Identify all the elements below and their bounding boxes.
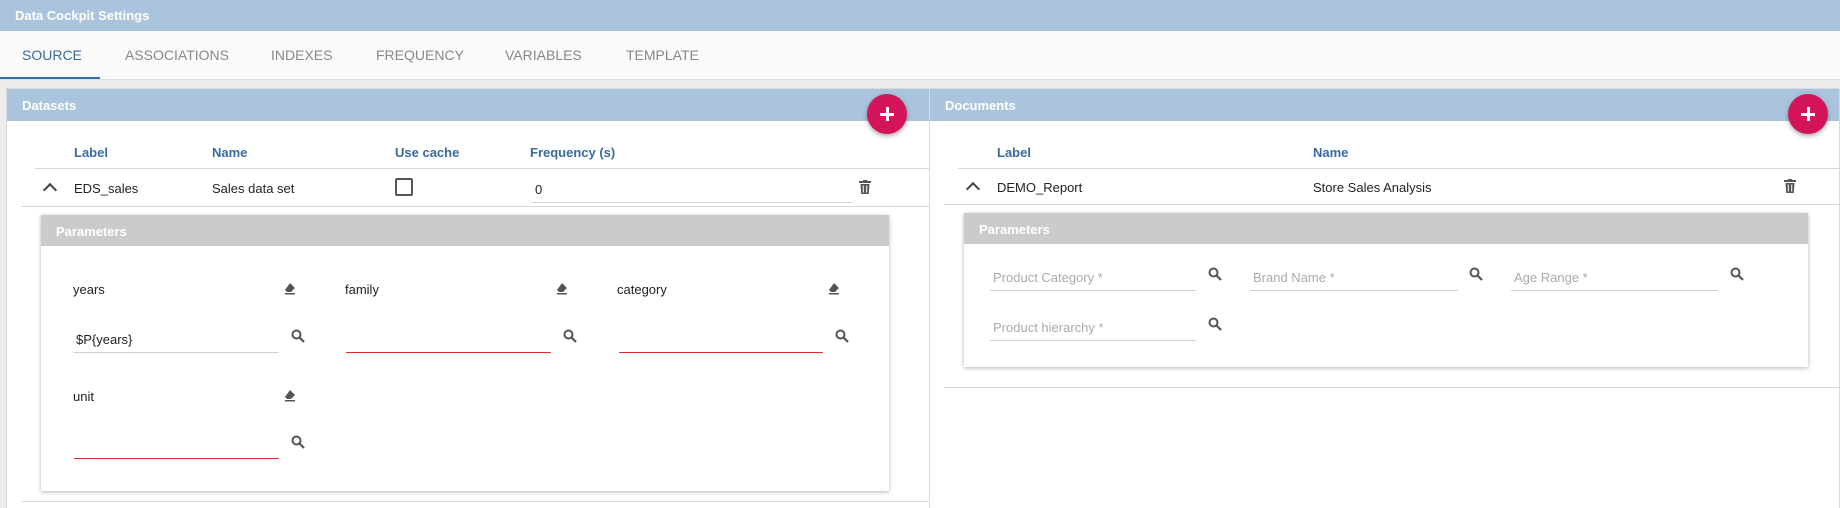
window-title: Data Cockpit Settings xyxy=(15,8,150,23)
active-tab-indicator xyxy=(0,77,100,79)
document-parameters-header: Parameters xyxy=(964,213,1808,244)
param-label-family: family xyxy=(345,282,379,297)
panel-bottom-divider xyxy=(21,501,929,502)
search-icon[interactable] xyxy=(1208,267,1222,281)
documents-panel: Documents Label Name DEMO_Report Store S… xyxy=(929,88,1840,508)
tab-source[interactable]: SOURCE xyxy=(22,31,82,79)
document-parameters-card: Parameters xyxy=(964,213,1808,367)
search-icon[interactable] xyxy=(835,329,849,343)
dataset-name: Sales data set xyxy=(212,181,295,196)
trash-icon[interactable] xyxy=(859,180,871,194)
parameters-title: Parameters xyxy=(56,224,127,239)
col-name: Name xyxy=(212,145,248,160)
row-divider xyxy=(21,206,929,207)
datasets-panel: Datasets Label Name Use cache Frequency … xyxy=(6,88,930,508)
dataset-parameters-header: Parameters xyxy=(41,215,889,246)
document-name: Store Sales Analysis xyxy=(1313,180,1432,195)
eraser-icon[interactable] xyxy=(283,281,297,295)
search-icon[interactable] xyxy=(563,329,577,343)
doc-row-divider xyxy=(944,204,1839,205)
chevron-up-icon[interactable] xyxy=(42,182,58,198)
document-label: DEMO_Report xyxy=(997,180,1083,195)
chevron-up-icon[interactable] xyxy=(965,181,981,197)
eraser-icon[interactable] xyxy=(827,281,841,295)
param-input-years[interactable] xyxy=(73,327,279,353)
tab-bar: SOURCE ASSOCIATIONS INDEXES FREQUENCY VA… xyxy=(0,31,1840,80)
doc-header-divider xyxy=(958,168,1839,169)
product-hierarchy-input[interactable] xyxy=(990,315,1196,341)
tab-template[interactable]: TEMPLATE xyxy=(626,31,699,79)
title-bar: Data Cockpit Settings xyxy=(0,0,1840,31)
product-category-input[interactable] xyxy=(990,265,1196,291)
add-dataset-button[interactable] xyxy=(867,94,907,134)
datasets-title: Datasets xyxy=(22,98,77,113)
tab-frequency[interactable]: FREQUENCY xyxy=(376,31,464,79)
param-input-unit[interactable] xyxy=(74,433,279,459)
tab-variables[interactable]: VARIABLES xyxy=(505,31,582,79)
eraser-icon[interactable] xyxy=(555,281,569,295)
param-label-category: category xyxy=(617,282,667,297)
search-icon[interactable] xyxy=(1730,267,1744,281)
eraser-icon[interactable] xyxy=(283,388,297,402)
search-icon[interactable] xyxy=(1469,267,1483,281)
dataset-label: EDS_sales xyxy=(74,181,139,196)
frequency-input[interactable] xyxy=(532,177,852,203)
documents-panel-header: Documents xyxy=(930,89,1839,121)
doc-parameters-title: Parameters xyxy=(979,222,1050,237)
tab-associations[interactable]: ASSOCIATIONS xyxy=(125,31,229,79)
col-doc-label: Label xyxy=(997,145,1031,160)
datasets-panel-header: Datasets xyxy=(7,89,929,121)
col-doc-name: Name xyxy=(1313,145,1349,160)
dataset-parameters-card: Parameters years family category unit xyxy=(41,215,889,491)
add-document-button[interactable] xyxy=(1788,94,1828,134)
col-label: Label xyxy=(74,145,108,160)
param-label-years: years xyxy=(73,282,105,297)
param-label-unit: unit xyxy=(73,389,94,404)
header-divider xyxy=(35,168,929,169)
age-range-input[interactable] xyxy=(1511,265,1718,291)
search-icon[interactable] xyxy=(291,329,305,343)
param-input-family[interactable] xyxy=(346,327,551,353)
search-icon[interactable] xyxy=(291,435,305,449)
col-use-cache: Use cache xyxy=(395,145,460,160)
use-cache-checkbox[interactable] xyxy=(395,178,413,196)
trash-icon[interactable] xyxy=(1784,179,1796,193)
brand-name-input[interactable] xyxy=(1250,265,1458,291)
tab-indexes[interactable]: INDEXES xyxy=(271,31,332,79)
documents-title: Documents xyxy=(945,98,1016,113)
search-icon[interactable] xyxy=(1208,317,1222,331)
param-input-category[interactable] xyxy=(619,327,823,353)
col-frequency: Frequency (s) xyxy=(530,145,616,160)
doc-bottom-divider xyxy=(944,387,1839,388)
